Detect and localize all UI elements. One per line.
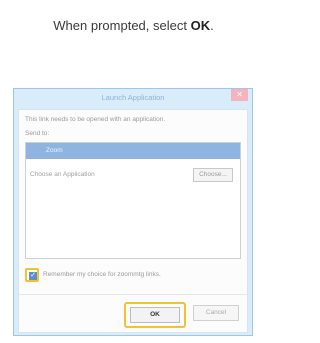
checkbox-highlight: ✓: [25, 268, 39, 282]
remember-choice-label[interactable]: Remember my choice for zoommtg links.: [43, 271, 161, 278]
button-divider: [19, 294, 247, 295]
dialog-titlebar[interactable]: Launch Application ✕: [14, 89, 252, 109]
ok-button[interactable]: OK: [130, 307, 180, 323]
dialog-title: Launch Application: [101, 93, 165, 102]
choose-button[interactable]: Choose...: [193, 168, 233, 182]
ok-button-highlight: OK: [124, 302, 186, 328]
cancel-button[interactable]: Cancel: [193, 305, 239, 321]
launch-application-dialog: Launch Application ✕ This link needs to …: [13, 88, 253, 336]
list-item-choose-application[interactable]: Choose an Application Choose...: [26, 165, 240, 185]
application-list[interactable]: Zoom Choose an Application Choose...: [25, 142, 241, 259]
send-to-label: Send to:: [25, 130, 50, 137]
remember-checkbox[interactable]: ✓: [29, 272, 37, 280]
close-icon: ✕: [236, 90, 243, 99]
instruction-emphasis: OK: [190, 18, 211, 33]
instruction-prefix: When prompted, select: [53, 18, 191, 33]
dialog-message: This link needs to be opened with an app…: [25, 116, 166, 123]
close-button[interactable]: ✕: [231, 89, 248, 101]
list-item-label: Zoom: [46, 147, 63, 154]
dialog-body: This link needs to be opened with an app…: [18, 109, 248, 333]
choose-application-label: Choose an Application: [30, 171, 95, 178]
instruction-text: When prompted, select OK.: [0, 18, 267, 33]
instruction-suffix: .: [210, 18, 214, 33]
list-item-zoom[interactable]: Zoom: [26, 143, 240, 159]
